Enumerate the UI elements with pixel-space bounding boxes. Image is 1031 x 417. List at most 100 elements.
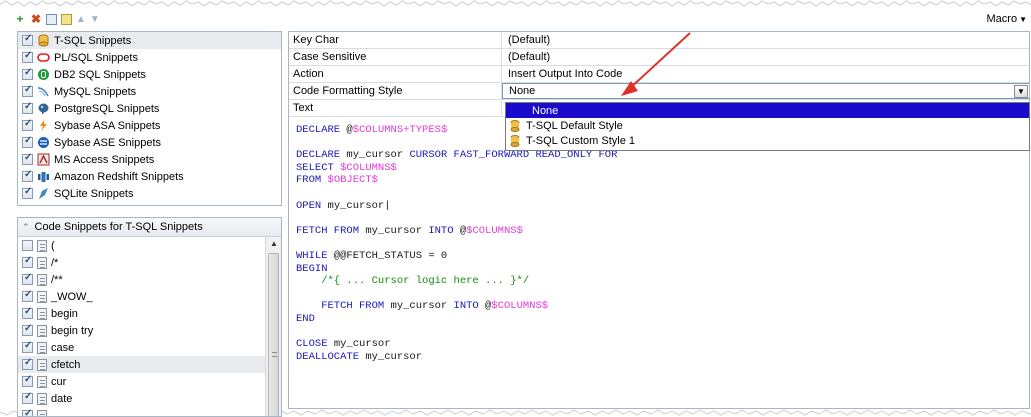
code-token: my_cursor <box>365 350 423 363</box>
checkbox[interactable] <box>22 323 33 336</box>
snippet-group-item[interactable]: MS Access Snippets <box>18 151 281 168</box>
property-value[interactable]: None ▼ <box>502 83 1029 99</box>
property-value[interactable]: Insert Output Into Code <box>502 66 1029 82</box>
checkbox[interactable] <box>22 272 33 285</box>
code-token: @@FETCH_STATUS = 0 <box>333 249 448 262</box>
macro-menu-button[interactable]: Macro ▼ <box>987 13 1027 25</box>
checkbox[interactable] <box>22 67 33 80</box>
property-row: Key Char (Default) <box>289 32 1029 49</box>
document-icon <box>37 392 47 405</box>
snippet-group-label: MySQL Snippets <box>54 85 137 98</box>
snippet-group-item[interactable]: DB2 SQL Snippets <box>18 66 281 83</box>
code-snippet-label: _WOW_ <box>51 290 93 303</box>
property-name: Action <box>289 66 502 82</box>
checkbox[interactable] <box>22 374 33 387</box>
code-token: FETCH FROM <box>296 300 391 313</box>
code-token: $COLUMNS$ <box>340 161 397 174</box>
checkbox[interactable] <box>22 340 33 353</box>
property-name: Case Sensitive <box>289 49 502 65</box>
code-snippet-item[interactable]: begin <box>18 305 281 322</box>
checkbox[interactable] <box>22 135 33 148</box>
dropdown-option-label: T-SQL Default Style <box>526 119 623 132</box>
snippet-group-item[interactable]: T-SQL Snippets <box>18 32 281 49</box>
checkbox[interactable] <box>22 33 33 46</box>
database-icon <box>510 119 520 132</box>
checkbox[interactable] <box>22 118 33 131</box>
code-snippet-item[interactable]: cfetch <box>18 356 281 373</box>
snippet-group-item[interactable]: PostgreSQL Snippets <box>18 100 281 117</box>
document-icon <box>37 307 47 320</box>
grip-icon <box>272 352 277 357</box>
snippet-groups-list: T-SQL Snippets PL/SQL Snippets DB2 SQL Sni… <box>17 31 282 206</box>
checkbox[interactable] <box>22 152 33 165</box>
property-value[interactable]: (Default) <box>502 32 1029 48</box>
snippet-group-item[interactable]: Amazon Redshift Snippets <box>18 168 281 185</box>
delete-icon[interactable]: ✖ <box>30 13 42 25</box>
code-snippet-item[interactable] <box>18 407 281 416</box>
property-value[interactable]: (Default) <box>502 49 1029 65</box>
copy-icon[interactable] <box>61 13 72 25</box>
dropdown-option-label: T-SQL Custom Style 1 <box>526 134 636 147</box>
document-icon <box>37 324 47 337</box>
code-snippet-item[interactable]: /** <box>18 271 281 288</box>
property-name: Key Char <box>289 32 502 48</box>
snippet-group-item[interactable]: SQLite Snippets <box>18 185 281 202</box>
macro-label: Macro <box>986 13 1018 25</box>
snippet-code-editor[interactable]: DECLARE @$COLUMNS+TYPES$ DECLARE my_curso… <box>296 124 617 363</box>
dropdown-arrow-icon[interactable]: ▼ <box>1014 85 1028 98</box>
snippet-group-label: Amazon Redshift Snippets <box>54 170 184 183</box>
dropdown-option[interactable]: T-SQL Custom Style 1 <box>506 133 1029 148</box>
collapse-icon[interactable]: ⌃ <box>22 222 30 233</box>
code-snippet-item[interactable]: /* <box>18 254 281 271</box>
torn-top-edge <box>0 0 1031 7</box>
code-snippet-item[interactable]: cur <box>18 373 281 390</box>
ms-access-icon <box>37 153 50 166</box>
snippet-group-item[interactable]: Sybase ASE Snippets <box>18 134 281 151</box>
checkbox[interactable] <box>22 357 33 370</box>
checkbox[interactable] <box>22 306 33 319</box>
checkbox[interactable] <box>22 186 33 199</box>
checkbox[interactable] <box>22 408 33 416</box>
scroll-up-icon[interactable]: ▲ <box>270 239 278 248</box>
code-snippet-item[interactable]: begin try <box>18 322 281 339</box>
checkbox[interactable] <box>22 169 33 182</box>
code-snippet-item[interactable]: date <box>18 390 281 407</box>
snippet-group-item[interactable]: PL/SQL Snippets <box>18 49 281 66</box>
document-icon <box>37 290 47 303</box>
code-token: DECLARE <box>296 124 347 136</box>
vertical-scrollbar[interactable]: ▲ <box>265 237 281 416</box>
code-snippets-title: Code Snippets for T-SQL Snippets <box>34 221 203 233</box>
code-line: WHILE @@FETCH_STATUS = 0 <box>296 250 617 263</box>
code-line: FETCH FROM my_cursor INTO @$COLUMNS$ <box>296 300 617 313</box>
snippet-group-label: SQLite Snippets <box>54 187 134 200</box>
checkbox[interactable] <box>22 289 33 302</box>
code-snippet-item[interactable]: ( <box>18 237 281 254</box>
snippet-group-item[interactable]: MySQL Snippets <box>18 83 281 100</box>
code-token: FETCH FROM <box>296 224 366 237</box>
snippet-group-item[interactable]: Sybase ASA Snippets <box>18 117 281 134</box>
add-icon[interactable]: + <box>14 13 26 25</box>
code-snippet-item[interactable]: case <box>18 339 281 356</box>
code-formatting-style-dropdown: None T-SQL Default Style T-SQL Custom Styl… <box>505 102 1030 151</box>
checkbox[interactable] <box>22 391 33 404</box>
dropdown-option[interactable]: T-SQL Default Style <box>506 118 1029 133</box>
checkbox[interactable] <box>22 101 33 114</box>
document-icon <box>37 239 47 252</box>
dropdown-option[interactable]: None <box>506 103 1029 118</box>
checkbox[interactable] <box>22 255 33 268</box>
document-icon <box>37 273 47 286</box>
scrollbar-thumb[interactable] <box>268 253 279 416</box>
code-token: OPEN <box>296 199 328 212</box>
properties-icon[interactable] <box>46 13 57 25</box>
property-row: Action Insert Output Into Code <box>289 66 1029 83</box>
checkbox[interactable] <box>22 50 33 63</box>
code-snippets-header[interactable]: ⌃ Code Snippets for T-SQL Snippets <box>18 218 281 237</box>
code-snippet-label: case <box>51 341 75 354</box>
checkbox[interactable] <box>22 84 33 97</box>
checkbox[interactable] <box>22 240 33 251</box>
code-snippet-item[interactable]: _WOW_ <box>18 288 281 305</box>
move-up-icon[interactable]: ▲ <box>76 14 86 25</box>
move-down-icon[interactable]: ▼ <box>90 14 100 25</box>
